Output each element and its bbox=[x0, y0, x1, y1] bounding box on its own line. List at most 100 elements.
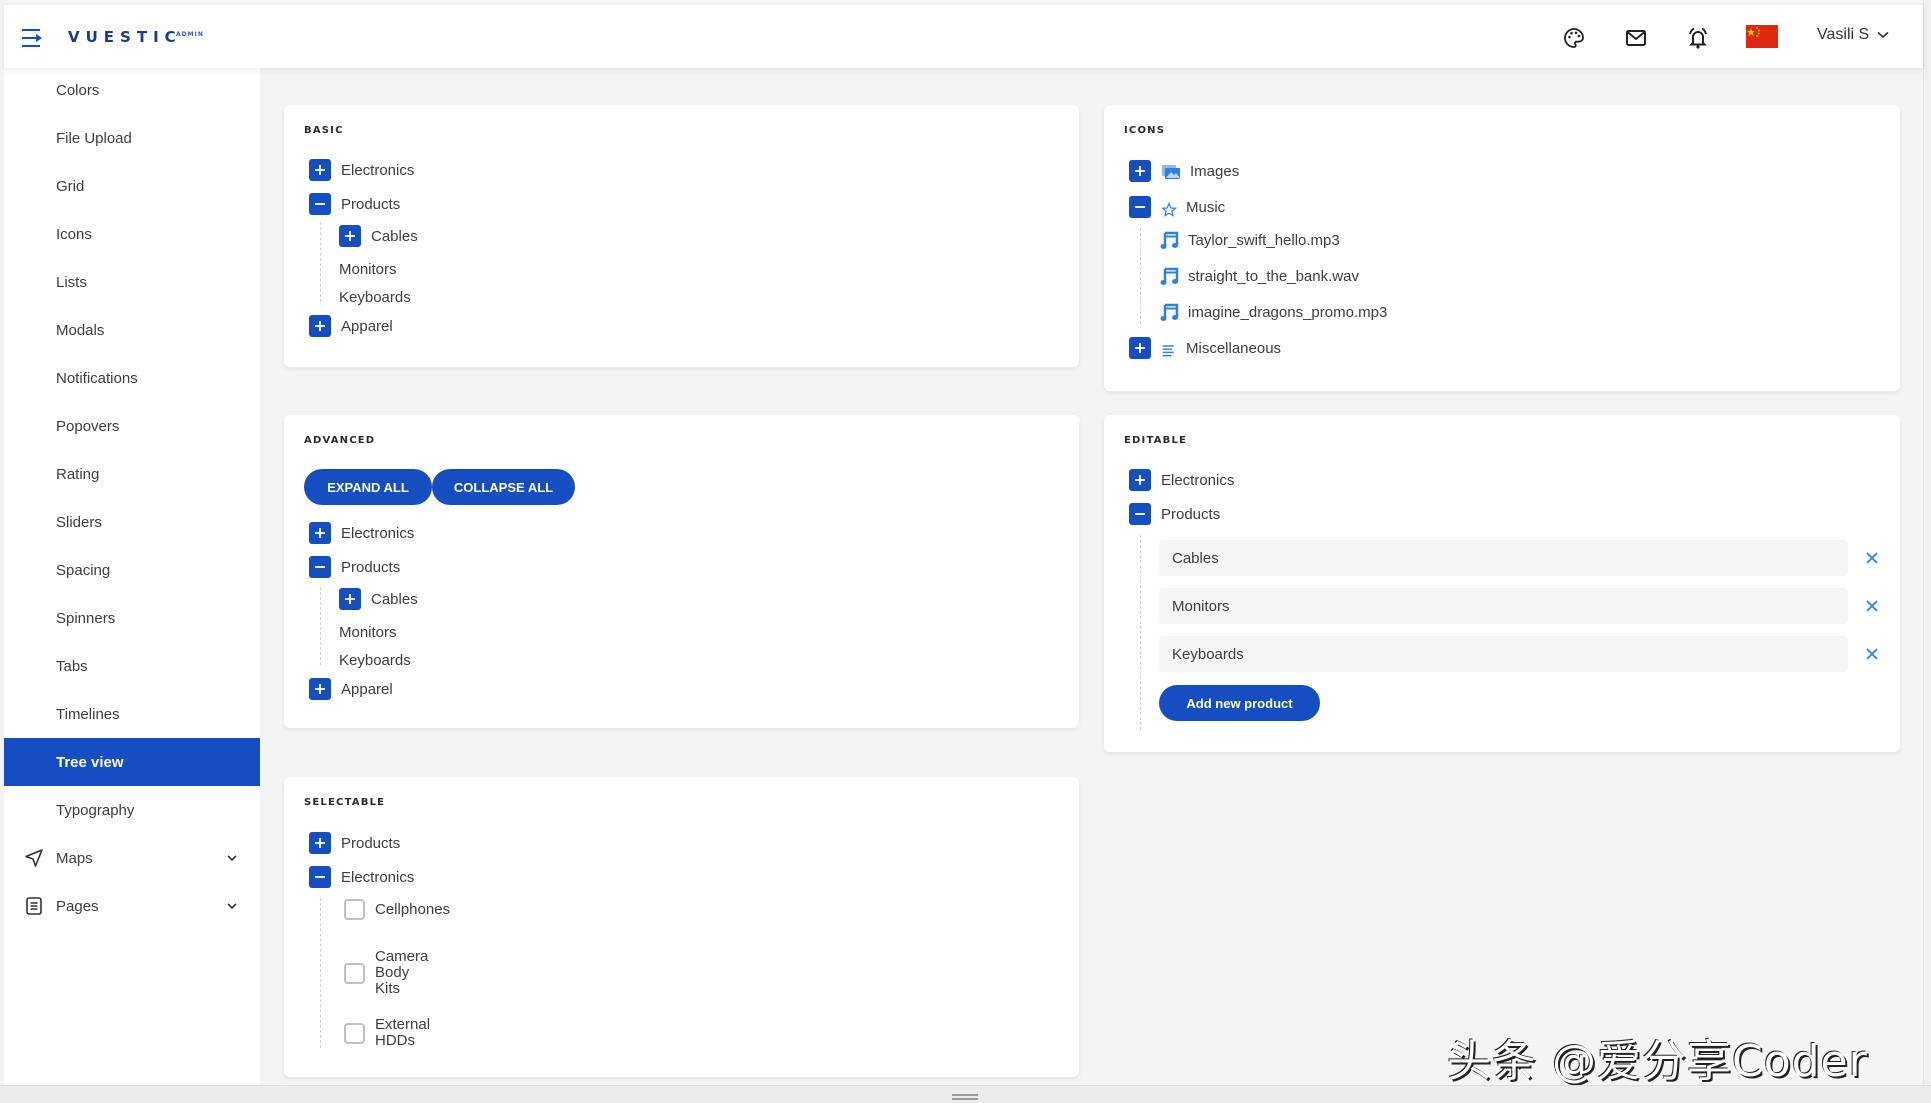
tree-guide-line bbox=[1140, 535, 1141, 730]
card-editable: EDITABLE Electronics Products Add new pr… bbox=[1104, 415, 1900, 752]
plus-icon bbox=[315, 528, 325, 538]
sidebar-item-label: Typography bbox=[56, 801, 135, 819]
expand-toggle[interactable] bbox=[1129, 469, 1151, 491]
minus-icon bbox=[315, 203, 325, 205]
tree-node-cables[interactable]: Cables bbox=[339, 225, 418, 247]
sidebar-item-spinners[interactable]: Spinners bbox=[4, 594, 260, 642]
collapse-toggle[interactable] bbox=[1129, 503, 1151, 525]
sidebar-item-maps[interactable]: Maps bbox=[4, 834, 260, 882]
sidebar-item-lists[interactable]: Lists bbox=[4, 258, 260, 306]
remove-item-icon[interactable] bbox=[1864, 646, 1880, 662]
checkbox[interactable] bbox=[344, 962, 365, 984]
remove-item-icon[interactable] bbox=[1864, 550, 1880, 566]
vertical-scrollbar[interactable] bbox=[1923, 0, 1931, 1085]
tree-node-apparel[interactable]: Apparel bbox=[309, 678, 393, 700]
sidebar-item-grid[interactable]: Grid bbox=[4, 162, 260, 210]
checkbox-cellphones[interactable]: Cellphones bbox=[344, 899, 450, 920]
tree-node-label: straight_to_the_bank.wav bbox=[1188, 267, 1359, 285]
tree-node-label: Apparel bbox=[341, 680, 393, 698]
sidebar-item-typography[interactable]: Typography bbox=[4, 786, 260, 834]
tree-node-label: Electronics bbox=[1161, 471, 1235, 489]
sidebar-item-popovers[interactable]: Popovers bbox=[4, 402, 260, 450]
sidebar-item-tree-view[interactable]: Tree view bbox=[4, 738, 260, 786]
language-flag-cn[interactable] bbox=[1746, 25, 1778, 48]
expand-toggle[interactable] bbox=[1129, 160, 1151, 182]
tree-node-file[interactable]: imagine_dragons_promo.mp3 bbox=[1159, 302, 1387, 322]
sidebar-item-file-upload[interactable]: File Upload bbox=[4, 114, 260, 162]
tree-node-apparel[interactable]: Apparel bbox=[309, 315, 393, 337]
product-name-input[interactable] bbox=[1159, 636, 1848, 672]
checkbox-camera-body-kits[interactable]: Camera Body Kits bbox=[344, 949, 435, 997]
tree-node-products[interactable]: Products bbox=[309, 832, 400, 854]
collapse-toggle[interactable] bbox=[1129, 196, 1151, 218]
sidebar-item-sliders[interactable]: Sliders bbox=[4, 498, 260, 546]
user-menu[interactable]: Vasili S bbox=[1817, 26, 1889, 44]
tree-node-products[interactable]: Products bbox=[309, 556, 400, 578]
tree-node-electronics[interactable]: Electronics bbox=[309, 522, 414, 544]
flag-cn-icon bbox=[1747, 27, 1760, 37]
tree-node-images[interactable]: Images bbox=[1129, 160, 1239, 182]
resize-handle[interactable] bbox=[952, 1094, 978, 1100]
collapse-toggle[interactable] bbox=[309, 866, 331, 888]
expand-toggle[interactable] bbox=[339, 588, 361, 610]
tree-node-cables[interactable]: Cables bbox=[339, 588, 418, 610]
add-new-product-button[interactable]: Add new product bbox=[1159, 685, 1320, 721]
tree-node-label: imagine_dragons_promo.mp3 bbox=[1188, 303, 1388, 321]
mail-icon[interactable] bbox=[1624, 26, 1648, 50]
sidebar-item-label: Sliders bbox=[56, 513, 102, 531]
tree-node-file[interactable]: Taylor_swift_hello.mp3 bbox=[1159, 230, 1340, 250]
tree-node-file[interactable]: straight_to_the_bank.wav bbox=[1159, 266, 1359, 286]
tree-guide-line bbox=[320, 898, 321, 1048]
checkbox[interactable] bbox=[344, 899, 365, 920]
collapse-toggle[interactable] bbox=[309, 556, 331, 578]
expand-toggle[interactable] bbox=[309, 522, 331, 544]
tree-node-products[interactable]: Products bbox=[309, 193, 400, 215]
checkbox[interactable] bbox=[344, 1022, 365, 1044]
expand-toggle[interactable] bbox=[339, 225, 361, 247]
collapse-all-button[interactable]: COLLAPSE ALL bbox=[432, 469, 575, 505]
minus-icon bbox=[1135, 206, 1145, 208]
tree-node-monitors[interactable]: Monitors bbox=[339, 258, 397, 280]
tree-node-miscellaneous[interactable]: Miscellaneous bbox=[1129, 337, 1281, 359]
sidebar-item-icons[interactable]: Icons bbox=[4, 210, 260, 258]
star-icon bbox=[1161, 202, 1177, 217]
top-navbar: VUESTIC ADMIN Vasili S bbox=[4, 5, 1923, 68]
sidebar-item-colors[interactable]: Colors bbox=[4, 66, 260, 114]
product-name-input[interactable] bbox=[1159, 540, 1848, 576]
tree-node-music[interactable]: Music bbox=[1129, 196, 1225, 218]
music-note-icon bbox=[1160, 303, 1179, 321]
sidebar-item-rating[interactable]: Rating bbox=[4, 450, 260, 498]
tree-node-label: Products bbox=[341, 834, 401, 852]
checkbox-label: Camera Body Kits bbox=[375, 948, 429, 997]
remove-item-icon[interactable] bbox=[1864, 598, 1880, 614]
sidebar-item-label: Notifications bbox=[56, 369, 138, 387]
app-logo[interactable]: VUESTIC bbox=[68, 28, 182, 46]
tree-node-electronics[interactable]: Electronics bbox=[309, 159, 414, 181]
collapse-toggle[interactable] bbox=[309, 193, 331, 215]
tree-node-electronics[interactable]: Electronics bbox=[309, 866, 414, 888]
sidebar-item-pages[interactable]: Pages bbox=[4, 882, 260, 930]
palette-icon[interactable] bbox=[1562, 26, 1586, 50]
product-name-input[interactable] bbox=[1159, 588, 1848, 624]
tree-node-monitors[interactable]: Monitors bbox=[339, 621, 397, 643]
tree-node-keyboards[interactable]: Keyboards bbox=[339, 286, 411, 308]
tree-node-keyboards[interactable]: Keyboards bbox=[339, 649, 411, 671]
expand-toggle[interactable] bbox=[309, 159, 331, 181]
expand-toggle[interactable] bbox=[309, 315, 331, 337]
expand-toggle[interactable] bbox=[309, 678, 331, 700]
expand-all-button[interactable]: EXPAND ALL bbox=[304, 469, 432, 505]
expand-toggle[interactable] bbox=[1129, 337, 1151, 359]
sidebar-item-modals[interactable]: Modals bbox=[4, 306, 260, 354]
tree-node-electronics[interactable]: Electronics bbox=[1129, 469, 1234, 491]
bell-icon[interactable] bbox=[1686, 26, 1710, 50]
tree-node-products[interactable]: Products bbox=[1129, 503, 1220, 525]
checkbox-external-hdds[interactable]: External HDDs bbox=[344, 1017, 435, 1049]
sidebar-item-timelines[interactable]: Timelines bbox=[4, 690, 260, 738]
expand-toggle[interactable] bbox=[309, 832, 331, 854]
plus-icon bbox=[345, 231, 355, 241]
sidebar-item-tabs[interactable]: Tabs bbox=[4, 642, 260, 690]
sidebar-item-label: Popovers bbox=[56, 417, 120, 435]
sidebar-item-spacing[interactable]: Spacing bbox=[4, 546, 260, 594]
menu-toggle-icon[interactable] bbox=[22, 29, 44, 47]
sidebar-item-notifications[interactable]: Notifications bbox=[4, 354, 260, 402]
